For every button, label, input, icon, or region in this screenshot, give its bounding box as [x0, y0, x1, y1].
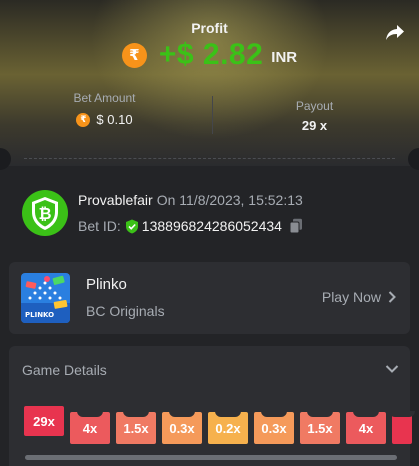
plinko-thumb-text: PLINKO [25, 311, 54, 319]
play-now-label: Play Now [321, 289, 381, 305]
multiplier-label: 4x [82, 420, 98, 436]
chevron-right-icon [388, 291, 396, 303]
game-provider: BC Originals [86, 303, 165, 319]
multiplier-bucket: 4x [346, 411, 386, 444]
bet-id-value: 138896824286052434 [141, 218, 282, 234]
bucket-notch [215, 411, 241, 417]
profit-header: Profit ₹ +$ 2.82 INR Bet Amount ₹ $ 0.10… [0, 0, 419, 166]
multiplier-label: 0.3x [169, 420, 195, 436]
multiplier-bucket: 1.5x [300, 411, 340, 444]
chevron-down-icon[interactable] [384, 361, 400, 377]
scrollbar-thumb[interactable] [25, 455, 397, 460]
multiplier-bucket: 29x [24, 406, 64, 436]
bucket-notch [307, 411, 333, 417]
profit-amount: +$ 2.82 [158, 38, 264, 71]
multiplier-bucket: 0.3x [254, 411, 294, 444]
multiplier-label: 29x [33, 413, 55, 429]
profit-row: ₹ +$ 2.82 INR [0, 38, 419, 72]
multiplier-label: 4x [358, 420, 374, 436]
svg-text:₿: ₿ [38, 204, 51, 223]
multiplier-label: 1.5x [123, 420, 149, 436]
bet-stats: Bet Amount ₹ $ 0.10 Payout 29 x [0, 90, 419, 142]
bet-id-label: Bet ID: [78, 218, 121, 234]
game-details-title: Game Details [22, 362, 107, 378]
game-title: Plinko [86, 276, 127, 293]
game-card[interactable]: PLINKO Plinko BC Originals Play Now [9, 262, 410, 334]
copy-icon[interactable] [289, 218, 303, 234]
multiplier-bucket: 0.2x [208, 411, 248, 444]
multiplier-label: 0.3x [261, 420, 287, 436]
multiplier-bucket: 0.3x [162, 411, 202, 444]
dashed-divider [24, 158, 395, 159]
verified-shield-icon [125, 219, 138, 233]
payout-label: Payout [295, 99, 334, 113]
bucket-notch [389, 411, 415, 417]
multiplier-bucket: 4x [70, 411, 110, 444]
multiplier-scrollbar[interactable] [25, 455, 397, 460]
multiplier-row: 29x 4x 1.5x 0.3x 0.2x 0.3x 1.5x 4x [16, 406, 419, 448]
multiplier-bucket: 1.5x [116, 411, 156, 444]
profit-currency: INR [271, 48, 298, 66]
inr-coin-small-icon: ₹ [76, 112, 91, 127]
provablefair-line: Provablefair On 11/8/2023, 15:52:13 [78, 192, 303, 208]
multiplier-label: 1.5x [307, 420, 333, 436]
bet-amount-label: Bet Amount [73, 91, 136, 105]
play-now-link[interactable]: Play Now [322, 289, 396, 305]
provablefair-name: Provablefair [78, 192, 153, 208]
bucket-notch [353, 411, 379, 417]
bet-amount-value-row: ₹ $ 0.10 [0, 112, 209, 127]
plinko-thumbnail: PLINKO [21, 273, 70, 323]
bet-amount-value: $ 0.10 [96, 112, 133, 127]
bucket-notch [123, 411, 149, 417]
multiplier-label: 0.2x [215, 420, 241, 436]
bucket-notch [77, 411, 103, 417]
profit-label: Profit [191, 20, 228, 36]
stats-divider [212, 96, 213, 134]
bucket-notch [261, 411, 287, 417]
payout-value: 29 x [301, 118, 328, 133]
inr-coin-icon: ₹ [121, 42, 147, 68]
shield-bitcoin-icon: ₿ [22, 190, 68, 236]
multiplier-bucket [389, 411, 415, 444]
bet-id-line: Bet ID: 138896824286052434 [78, 218, 303, 234]
payout-stat: Payout 29 x [210, 90, 419, 133]
share-icon[interactable] [385, 24, 405, 42]
bucket-notch [169, 411, 195, 417]
ticket-notch-right [408, 148, 419, 170]
bet-date: On 11/8/2023, 15:52:13 [156, 192, 303, 208]
bet-amount-stat: Bet Amount ₹ $ 0.10 [0, 90, 209, 127]
